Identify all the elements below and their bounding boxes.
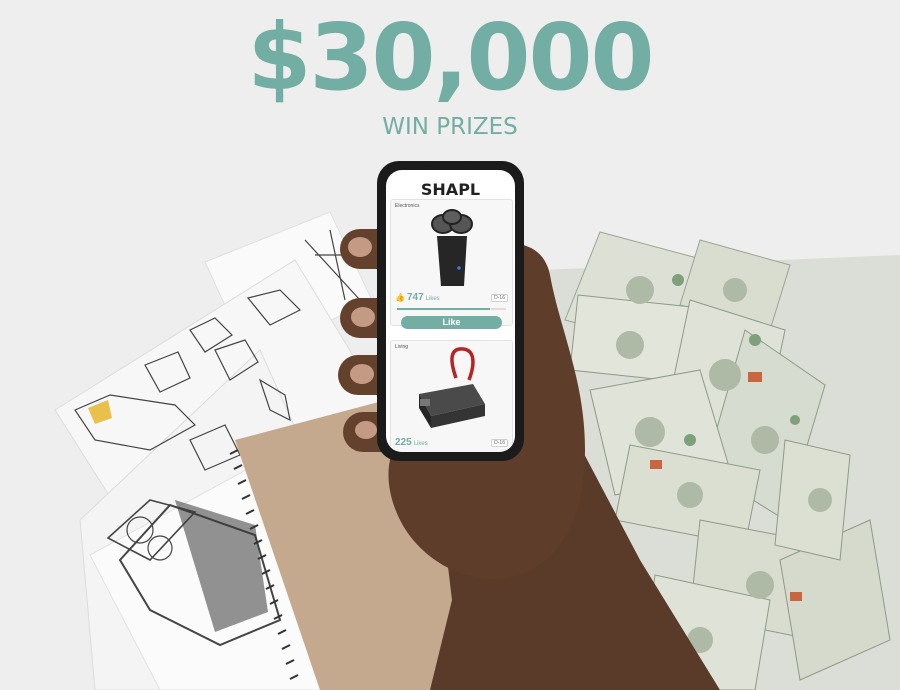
product-card[interactable]: Living 225 Likes D-16 — [390, 340, 513, 452]
product-category: Electronics — [395, 203, 420, 209]
likes-label: Likes — [413, 441, 428, 447]
product-card[interactable]: Electronics 👍 747 Likes D-16 Like — [390, 199, 513, 329]
app-title: SHAPL — [420, 180, 481, 199]
likes-row: 👍 747 Likes — [395, 292, 440, 303]
power-bank-icon — [419, 347, 485, 428]
like-count: 747 — [406, 292, 424, 303]
likes-progress-fill — [397, 308, 490, 310]
days-left-badge: D-16 — [491, 294, 508, 302]
like-button[interactable]: Like — [401, 316, 502, 329]
likes-label: Likes — [425, 296, 440, 302]
days-left-badge: D-16 — [491, 439, 508, 447]
like-count: 225 — [395, 437, 412, 448]
thumbs-up-icon: 👍 — [395, 293, 405, 302]
likes-progress-bar — [397, 308, 506, 310]
likes-row: 225 Likes — [395, 437, 428, 448]
electric-shaver-icon — [431, 209, 473, 286]
phone-screen: SHAPL Electronics 👍 747 Likes D-16 Like … — [386, 170, 515, 452]
product-category: Living — [395, 344, 409, 350]
